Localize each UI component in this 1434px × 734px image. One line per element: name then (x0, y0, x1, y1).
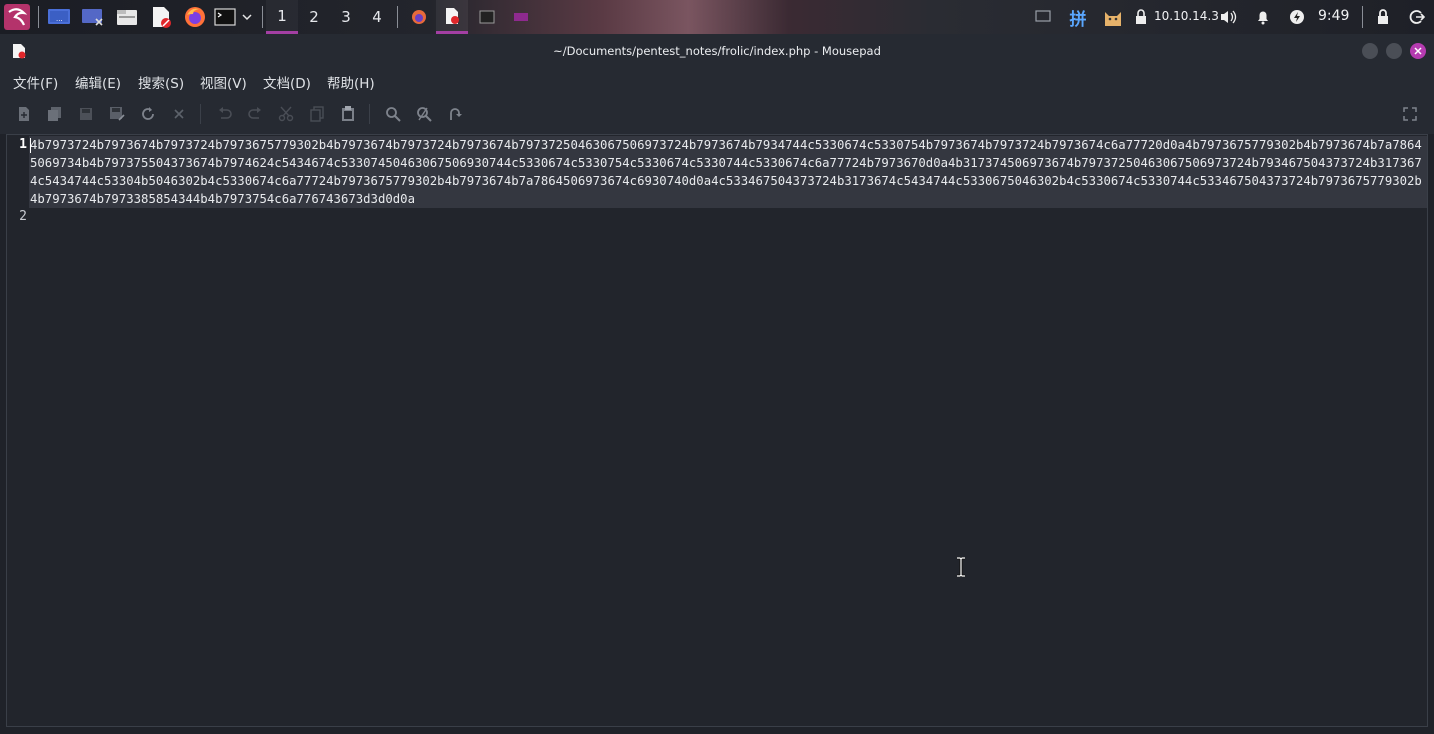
kali-menu-icon[interactable] (3, 4, 31, 30)
goto-icon[interactable] (446, 105, 464, 123)
workspace-3[interactable]: 3 (330, 0, 362, 34)
app-task-icon[interactable] (505, 0, 537, 34)
close-window-button[interactable] (1410, 43, 1426, 59)
terminal-task-icon[interactable] (471, 0, 503, 34)
menu-document[interactable]: 文档(D) (263, 72, 311, 92)
panel-separator (397, 6, 398, 28)
menu-file[interactable]: 文件(F) (13, 72, 58, 92)
copy-icon[interactable] (308, 105, 326, 123)
panel-separator (1362, 6, 1363, 28)
clock[interactable]: 9:49 (1318, 8, 1349, 24)
toolbar-separator (369, 104, 370, 124)
workspace-2[interactable]: 2 (298, 0, 330, 34)
menu-help[interactable]: 帮助(H) (327, 72, 375, 92)
toolbar (0, 94, 1434, 134)
mousepad-task-icon[interactable] (436, 0, 468, 34)
close-icon[interactable] (170, 105, 188, 123)
firefox-icon[interactable] (182, 4, 208, 30)
volume-icon[interactable] (1218, 4, 1238, 30)
menu-edit[interactable]: 编辑(E) (75, 72, 121, 92)
minimize-button[interactable] (1362, 43, 1378, 59)
firefox-task-icon[interactable] (403, 0, 435, 34)
toolbar-separator (200, 104, 201, 124)
close-icon (1414, 47, 1422, 55)
line-number: 1 (19, 137, 27, 152)
ibeam-cursor-icon (955, 556, 967, 581)
svg-text:...: ... (56, 15, 63, 23)
window-titlebar[interactable]: ~/Documents/pentest_notes/frolic/index.p… (0, 34, 1434, 68)
panel-separator (262, 6, 263, 28)
text-line-1[interactable]: 4b7973724b7973674b7973724b7973675779302b… (30, 136, 1426, 208)
undo-icon[interactable] (216, 105, 234, 123)
chevron-down-icon[interactable] (240, 4, 254, 30)
save-icon[interactable] (77, 105, 95, 123)
top-panel: ... 1 2 3 4 拼 10.10.14.3 9:49 (0, 0, 1434, 34)
editor-area[interactable]: 1 2 4b7973724b7973674b7973724b7973675779… (6, 134, 1428, 727)
text-editor-icon[interactable] (148, 4, 174, 30)
menu-bar: 文件(F) 编辑(E) 搜索(S) 视图(V) 文档(D) 帮助(H) (0, 68, 1434, 94)
cat-icon[interactable] (1101, 4, 1125, 30)
power-icon[interactable] (1288, 4, 1306, 30)
file-manager-icon[interactable] (114, 4, 140, 30)
fullscreen-icon[interactable] (1401, 105, 1419, 123)
panel-separator (38, 6, 39, 28)
menu-view[interactable]: 视图(V) (200, 72, 247, 92)
reload-icon[interactable] (139, 105, 157, 123)
new-file-icon[interactable] (15, 105, 33, 123)
logout-icon[interactable] (1408, 4, 1426, 30)
screen-icon[interactable] (80, 4, 106, 30)
lock-icon[interactable] (1374, 4, 1392, 30)
maximize-button[interactable] (1386, 43, 1402, 59)
paste-icon[interactable] (339, 105, 357, 123)
window-title: ~/Documents/pentest_notes/frolic/index.p… (553, 44, 881, 58)
new-window-icon[interactable] (46, 105, 64, 123)
workspace-1[interactable]: 1 (266, 0, 298, 34)
vpn-lock-icon[interactable] (1133, 4, 1149, 30)
text-caret (30, 138, 31, 153)
save-as-icon[interactable] (108, 105, 126, 123)
line-number: 2 (19, 209, 27, 224)
find-replace-icon[interactable] (415, 105, 433, 123)
ime-icon[interactable]: 拼 (1066, 4, 1090, 30)
menu-search[interactable]: 搜索(S) (138, 72, 184, 92)
desktop-icon[interactable]: ... (46, 4, 72, 30)
find-icon[interactable] (384, 105, 402, 123)
ip-address: 10.10.14.3 (1154, 9, 1219, 23)
cut-icon[interactable] (277, 105, 295, 123)
line-number-gutter: 1 2 (7, 135, 29, 726)
display-icon[interactable] (1034, 4, 1052, 30)
terminal-icon[interactable] (213, 4, 237, 30)
workspace-4[interactable]: 4 (361, 0, 393, 34)
bell-icon[interactable] (1254, 4, 1272, 30)
redo-icon[interactable] (246, 105, 264, 123)
